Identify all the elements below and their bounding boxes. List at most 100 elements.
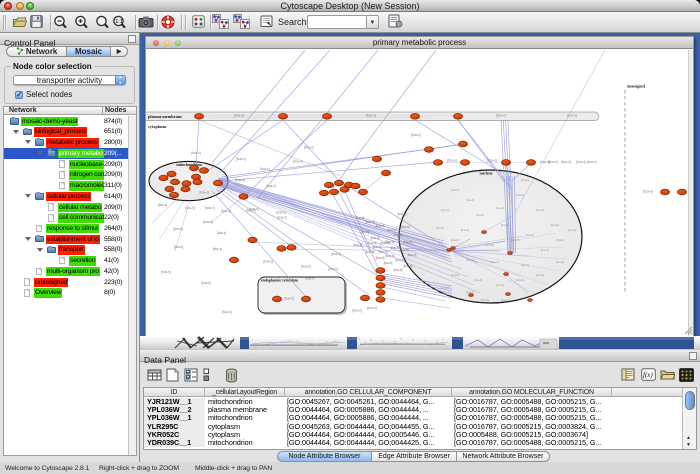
svg-text:[tca-x]: [tca-x] — [328, 267, 337, 271]
svg-text:[tca-b]: [tca-b] — [394, 268, 403, 272]
svg-text:[tca-x]: [tca-x] — [158, 203, 167, 207]
svg-text:[tca-x]: [tca-x] — [205, 206, 214, 210]
svg-text:[tca-b]: [tca-b] — [388, 228, 397, 232]
svg-text:[tca-b]: [tca-b] — [551, 223, 560, 227]
svg-text:[tca-b]: [tca-b] — [516, 278, 525, 282]
svg-text:[tca-b]: [tca-b] — [401, 225, 410, 229]
svg-text:[tca-b]: [tca-b] — [474, 278, 483, 282]
svg-text:[tca-x]: [tca-x] — [276, 211, 285, 215]
svg-text:[tca-x]: [tca-x] — [567, 114, 576, 118]
svg-text:[tca-x]: [tca-x] — [191, 151, 200, 155]
svg-text:[tca-b]: [tca-b] — [354, 243, 363, 247]
svg-text:[tca-b]: [tca-b] — [501, 223, 510, 227]
svg-text:[tca-x]: [tca-x] — [352, 309, 361, 313]
svg-text:[tca-b]: [tca-b] — [361, 230, 370, 234]
svg-text:[tca-x]: [tca-x] — [222, 310, 231, 314]
svg-text:[tca-b]: [tca-b] — [371, 236, 380, 240]
svg-text:[tca-b]: [tca-b] — [451, 273, 460, 277]
svg-text:unassigned: unassigned — [627, 85, 646, 89]
svg-text:[tca-x]: [tca-x] — [217, 231, 226, 235]
svg-text:[tca-b]: [tca-b] — [441, 286, 450, 290]
svg-text:[tca-x]: [tca-x] — [236, 157, 245, 161]
svg-text:[tca-b]: [tca-b] — [496, 283, 505, 287]
svg-text:[tca-x]: [tca-x] — [367, 306, 376, 310]
svg-text:[tca-x]: [tca-x] — [293, 160, 302, 164]
svg-text:[tca-x]: [tca-x] — [199, 191, 208, 195]
svg-text:[tca-x]: [tca-x] — [496, 114, 505, 118]
svg-text:[tca-x]: [tca-x] — [246, 209, 255, 213]
svg-text:[tca-b]: [tca-b] — [396, 258, 405, 262]
svg-text:[tca-b]: [tca-b] — [556, 260, 565, 264]
svg-text:[tca-b]: [tca-b] — [356, 216, 365, 220]
svg-text:[tca-b]: [tca-b] — [516, 193, 525, 197]
svg-text:[tca-b]: [tca-b] — [386, 240, 395, 244]
svg-text:[tca-b]: [tca-b] — [386, 254, 395, 258]
svg-text:[tca-x]: [tca-x] — [161, 270, 170, 274]
svg-text:[tca-b]: [tca-b] — [536, 208, 545, 212]
svg-text:[tca-b]: [tca-b] — [466, 290, 475, 294]
svg-text:cytoplasm: cytoplasm — [148, 124, 167, 129]
svg-text:[tca-x]: [tca-x] — [561, 160, 570, 164]
svg-text:[tca-b]: [tca-b] — [376, 256, 385, 260]
svg-text:[tca-x]: [tca-x] — [411, 133, 420, 137]
svg-text:[tca-x]: [tca-x] — [643, 190, 652, 194]
svg-text:[tca-x]: [tca-x] — [260, 167, 269, 171]
svg-text:[tca-b]: [tca-b] — [404, 240, 413, 244]
svg-text:plasma membrane: plasma membrane — [148, 114, 182, 119]
svg-text:nucleus: nucleus — [480, 171, 493, 176]
svg-text:[tca-b]: [tca-b] — [408, 253, 417, 257]
svg-text:[tca-x]: [tca-x] — [366, 114, 375, 118]
svg-text:[tca-x]: [tca-x] — [174, 245, 183, 249]
svg-text:[tca-x]: [tca-x] — [277, 216, 286, 220]
svg-text:[tca-b]: [tca-b] — [366, 250, 375, 254]
svg-text:[tca-x]: [tca-x] — [447, 159, 456, 163]
svg-text:[tca-b]: [tca-b] — [496, 206, 505, 210]
svg-text:1:1: 1:1 — [115, 19, 122, 25]
svg-text:[tca-x]: [tca-x] — [266, 184, 275, 188]
svg-text:[tca-b]: [tca-b] — [394, 233, 403, 237]
svg-text:[tca-b]: [tca-b] — [486, 243, 495, 247]
svg-text:mitochondrion: mitochondrion — [176, 162, 202, 167]
svg-text:[tca-b]: [tca-b] — [384, 261, 393, 265]
svg-text:[tca-b]: [tca-b] — [521, 263, 530, 267]
svg-text:[tca-b]: [tca-b] — [476, 213, 485, 217]
svg-text:[tca-x]: [tca-x] — [185, 206, 194, 210]
svg-text:[tca-b]: [tca-b] — [466, 198, 475, 202]
svg-text:[tca-b]: [tca-b] — [568, 228, 577, 232]
svg-text:[tca-b]: [tca-b] — [541, 248, 550, 252]
svg-text:[tca-b]: [tca-b] — [376, 224, 385, 228]
svg-text:[tca-b]: [tca-b] — [373, 245, 382, 249]
svg-text:[tca-x]: [tca-x] — [548, 160, 557, 164]
svg-text:[tca-b]: [tca-b] — [491, 260, 500, 264]
svg-text:[tca-b]: [tca-b] — [526, 233, 535, 237]
svg-text:[tca-b]: [tca-b] — [501, 298, 510, 302]
svg-text:[tca-b]: [tca-b] — [466, 258, 475, 262]
svg-text:[tca-b]: [tca-b] — [451, 238, 460, 242]
svg-text:[tca-x]: [tca-x] — [331, 252, 340, 256]
svg-text:[tca-x]: [tca-x] — [284, 297, 293, 301]
svg-text:[tca-b]: [tca-b] — [366, 220, 375, 224]
svg-text:[tca-x]: [tca-x] — [235, 178, 244, 182]
svg-text:[tca-b]: [tca-b] — [461, 228, 470, 232]
svg-text:[tca-b]: [tca-b] — [481, 298, 490, 302]
svg-text:[tca-b]: [tca-b] — [556, 238, 565, 242]
svg-text:[tca-x]: [tca-x] — [576, 160, 585, 164]
svg-text:[tca-b]: [tca-b] — [404, 264, 413, 268]
svg-text:[tca-x]: [tca-x] — [301, 265, 310, 269]
svg-text:[tca-x]: [tca-x] — [304, 146, 313, 150]
svg-text:[tca-b]: [tca-b] — [536, 273, 545, 277]
svg-text:[tca-x]: [tca-x] — [213, 247, 222, 251]
svg-text:[tca-x]: [tca-x] — [305, 277, 314, 281]
svg-text:f(x): f(x) — [643, 371, 653, 379]
svg-text:[tca-b]: [tca-b] — [391, 246, 400, 250]
svg-text:[tca-x]: [tca-x] — [263, 260, 272, 264]
svg-text:[tca-x]: [tca-x] — [201, 281, 210, 285]
svg-text:[tca-b]: [tca-b] — [398, 212, 407, 216]
svg-text:[tca-b]: [tca-b] — [511, 238, 520, 242]
svg-text:[tca-b]: [tca-b] — [379, 250, 388, 254]
svg-text:[tca-x]: [tca-x] — [221, 209, 230, 213]
svg-text:[tca-x]: [tca-x] — [173, 227, 182, 231]
svg-text:[tca-x]: [tca-x] — [587, 160, 596, 164]
svg-text:[tca-b]: [tca-b] — [368, 241, 377, 245]
svg-text:[tca-b]: [tca-b] — [436, 226, 445, 230]
